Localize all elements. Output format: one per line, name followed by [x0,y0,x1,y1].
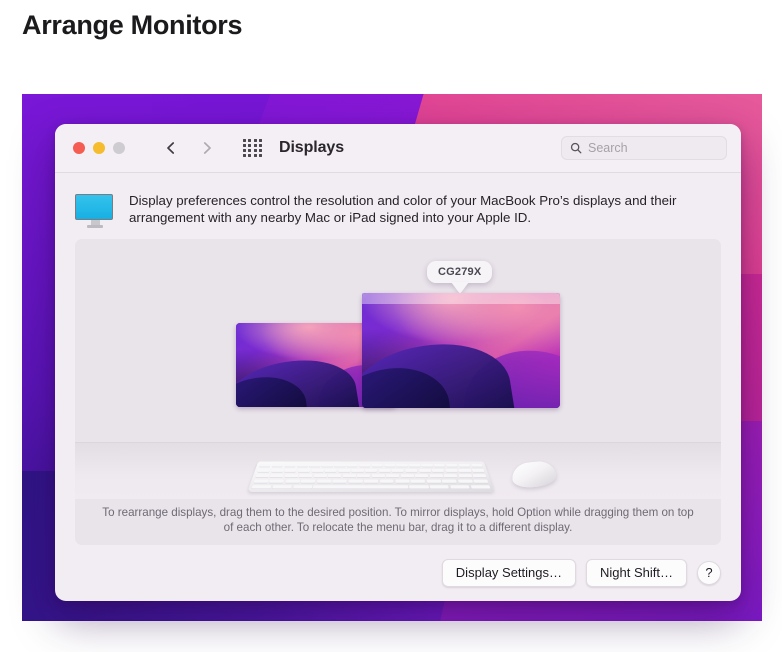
grid-apps-icon[interactable] [243,138,262,158]
minimize-window-button[interactable] [93,142,105,154]
window-titlebar: Displays Search [55,124,741,173]
wallpaper-preview [362,293,560,408]
traffic-light-buttons [73,142,125,154]
chevron-left-icon[interactable] [163,140,179,156]
menu-bar-strip[interactable] [362,293,560,304]
night-shift-button[interactable]: Night Shift… [586,559,687,587]
help-button[interactable]: ? [697,561,721,585]
arrangement-stage: CG279X [75,239,721,461]
mouse-illustration [510,459,558,490]
page-title: Arrange Monitors [22,10,243,40]
description-text: Display preferences control the resoluti… [129,193,677,225]
close-window-button[interactable] [73,142,85,154]
window-title: Displays [279,139,345,156]
displays-preferences-window: Displays Search Display preferences cont… [55,124,741,601]
display-settings-button[interactable]: Display Settings… [441,559,577,587]
zoom-window-button[interactable] [113,142,125,154]
search-input[interactable]: Search [561,136,727,160]
search-icon [570,142,582,154]
display-thumbnail-external[interactable] [362,293,560,408]
arrangement-hint-text: To rearrange displays, drag them to the … [102,506,694,534]
peripherals-shelf [75,442,721,499]
display-monitor-icon [75,192,115,228]
description-row: Display preferences control the resoluti… [55,173,741,239]
navigation-arrows [163,140,215,156]
display-arrangement-canvas[interactable]: CG279X To rearrange displays, drag them … [75,239,721,545]
window-footer: Display Settings… Night Shift… ? [55,545,741,601]
keyboard-illustration [247,461,495,493]
display-name-tooltip: CG279X [427,261,493,283]
search-placeholder: Search [588,141,628,155]
chevron-right-icon[interactable] [199,140,215,156]
